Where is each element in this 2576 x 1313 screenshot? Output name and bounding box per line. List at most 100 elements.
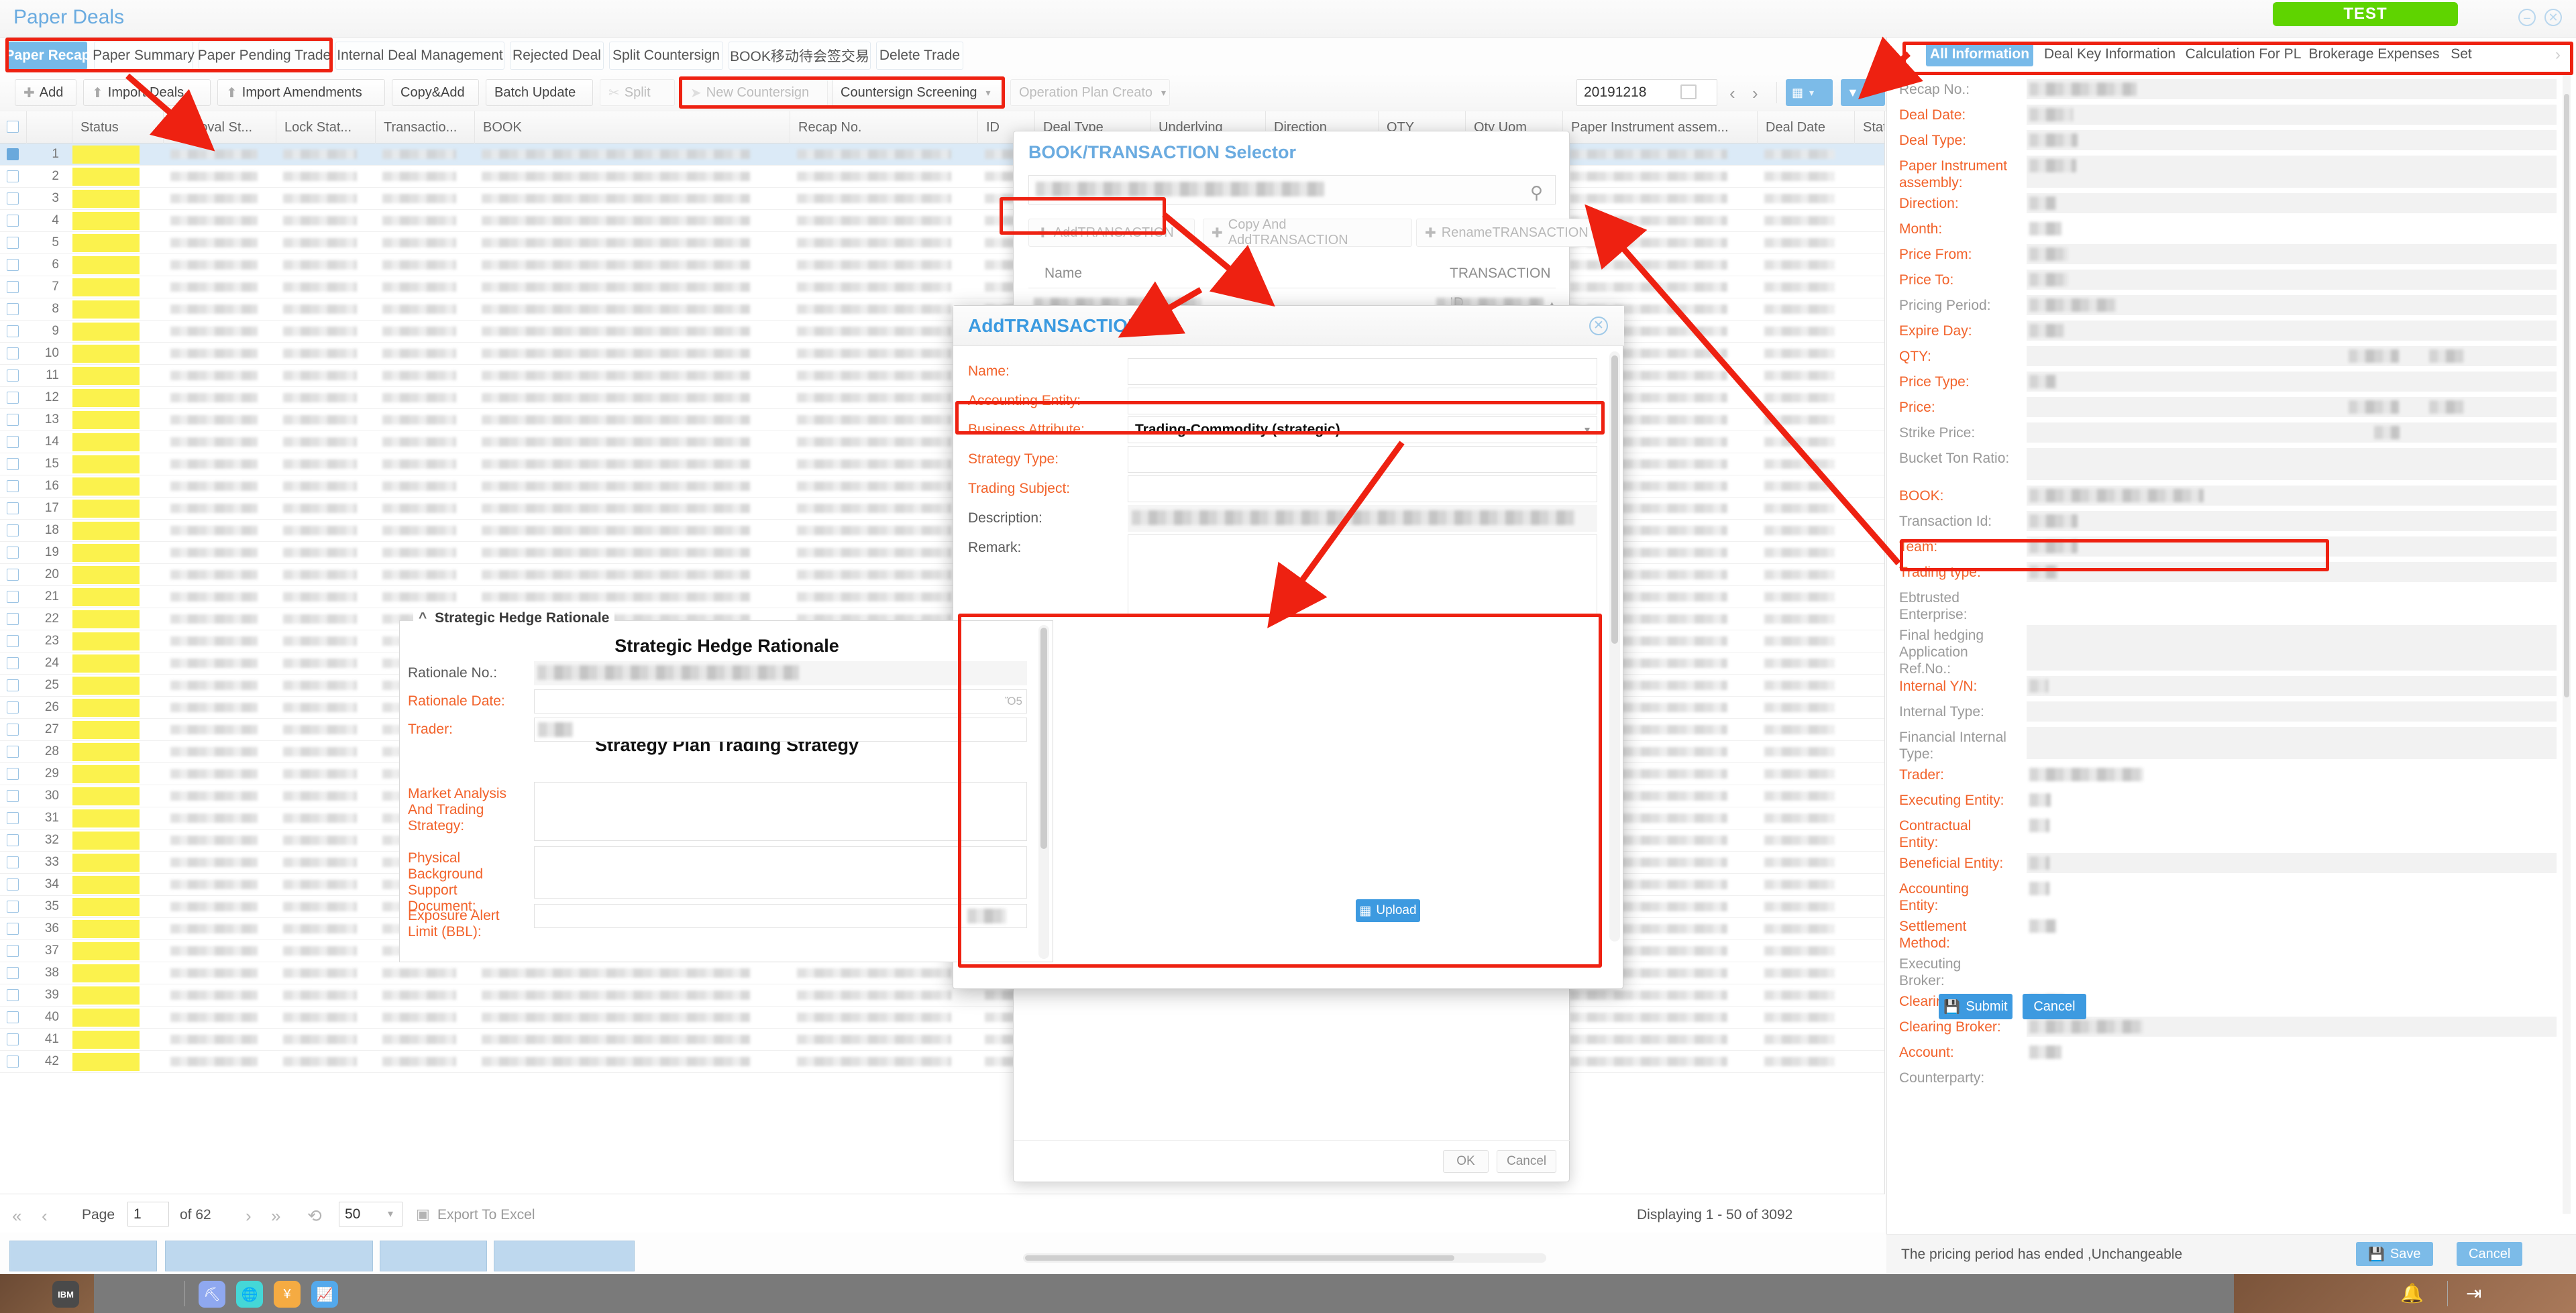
globe-icon[interactable]: 🌐 [236,1281,263,1308]
detail-value-16[interactable] [2027,511,2557,531]
selector-cancel-button[interactable]: Cancel [1497,1150,1557,1173]
row-checkbox[interactable] [7,347,19,359]
selector-search-input[interactable] [1028,175,1556,205]
row-checkbox[interactable] [7,237,19,249]
detail-value-18[interactable] [2027,562,2557,582]
window-preview-thumb[interactable] [494,1241,635,1271]
detail-value-10[interactable] [2027,346,2557,366]
row-checkbox[interactable] [7,613,19,625]
field-input-3[interactable] [1128,446,1597,473]
cancel-button[interactable]: Cancel [2023,994,2086,1019]
grid-column-header-2[interactable]: Status [72,111,164,144]
deal-detail-panel[interactable]: ‹ › All Information Deal Key Information C… [1886,38,2576,1274]
grid-column-header-14[interactable]: Paper Instrument assem... [1563,111,1758,144]
row-checkbox[interactable] [7,901,19,913]
nav-tab-2[interactable]: Paper Pending Trade [198,42,331,70]
row-checkbox[interactable] [7,746,19,758]
yen-icon[interactable]: ¥ [274,1281,301,1308]
row-checkbox[interactable] [7,369,19,382]
detail-value-5[interactable] [2027,219,2557,239]
chevron-up-icon[interactable]: ^ [419,610,427,626]
field-input-1[interactable] [1128,388,1597,414]
nav-tab-3[interactable]: Internal Deal Management [335,42,504,70]
window-preview-thumb[interactable] [9,1241,157,1271]
detail-value-26[interactable] [2027,815,2557,848]
logout-icon[interactable]: ⇥ [2466,1282,2481,1304]
field-input-4[interactable] [1128,475,1597,502]
selector-button-1[interactable]: ✚ Copy And AddTRANSACTION [1203,217,1412,247]
detail-value-27[interactable] [2027,853,2557,873]
row-checkbox[interactable] [7,945,19,957]
toolbar-button-7[interactable]: Countersign Screening ▾ [832,79,1004,106]
row-checkbox[interactable] [7,392,19,404]
selector-ok-button[interactable]: OK [1443,1150,1489,1173]
cancel-button[interactable]: Cancel [2457,1242,2523,1266]
detail-value-25[interactable] [2027,790,2557,810]
section1_fields-input-0[interactable] [534,661,1027,685]
detail-value-17[interactable] [2027,536,2557,557]
section1_fields-input-2[interactable] [534,718,1027,742]
grid-column-header-4[interactable]: Lock Stat... [276,111,376,144]
upload-button[interactable]: ▦ Upload [1356,899,1420,922]
toolbar-button-3[interactable]: Copy&Add [392,79,479,106]
calendar-icon[interactable]: Ὄ5 [1005,695,1022,708]
bell-icon[interactable]: 🔔 [2400,1282,2424,1304]
chart-icon[interactable]: 📈 [311,1281,338,1308]
toolbar-button-0[interactable]: ✚ Add [15,79,76,106]
row-checkbox[interactable] [7,259,19,271]
detail-value-4[interactable] [2027,193,2557,213]
detail-panel-scrollbar[interactable] [2563,74,2571,1214]
excel-icon[interactable]: ▣ [416,1206,430,1223]
selector-button-0[interactable]: ✚ AddTRANSACTION [1028,219,1195,247]
row-checkbox[interactable] [7,524,19,536]
detail-value-30[interactable] [2027,954,2557,986]
window-preview-thumb[interactable] [380,1241,487,1271]
detail-value-23[interactable] [2027,727,2557,759]
nav-tab-7[interactable]: Delete Trade [876,42,963,70]
nav-tab-1[interactable]: Paper Summary [93,42,195,70]
toolbar-button-1[interactable]: ⬆ Import Deals [83,79,211,106]
last-page-icon[interactable]: » [271,1206,280,1226]
minimize-icon[interactable]: – [2518,9,2536,26]
detail-value-33[interactable] [2027,1042,2557,1062]
detail-value-24[interactable] [2027,764,2557,785]
grid-column-header-5[interactable]: Transactio... [376,111,475,144]
refresh-icon[interactable]: ⟲ [307,1206,322,1226]
save-button[interactable]: 💾 Save [2356,1242,2433,1266]
detail-value-31[interactable] [2027,991,2557,1011]
row-checkbox[interactable] [7,148,19,160]
section2_fields-input-0[interactable] [534,782,1027,841]
grid-column-header-1[interactable] [27,111,72,144]
detail-value-34[interactable] [2027,1068,2557,1088]
toolbar-button-4[interactable]: Batch Update [486,79,593,106]
row-checkbox[interactable] [7,724,19,736]
filter-icon-button[interactable]: ▼ ▾ [1841,79,1885,106]
row-checkbox[interactable] [7,989,19,1001]
grid-column-header-7[interactable]: Recap No. [790,111,978,144]
row-checkbox[interactable] [7,480,19,492]
close-icon[interactable]: ✕ [1589,317,1608,335]
close-icon[interactable]: ✕ [2544,9,2562,26]
chevron-right-icon[interactable]: › [1752,83,1758,104]
detail-value-28[interactable] [2027,878,2557,911]
selector-button-2[interactable]: ✚ RenameTRANSACTION [1416,219,1604,247]
table-row[interactable]: 7 [0,276,1884,298]
detail-value-11[interactable] [2027,372,2557,392]
grid-column-header-16[interactable]: Stat [1855,111,1884,144]
grid-column-header-15[interactable]: Deal Date [1758,111,1855,144]
detail-value-12[interactable] [2027,397,2557,417]
prev-page-icon[interactable]: ‹ [42,1206,48,1226]
table-row[interactable]: 41 [0,1029,1884,1051]
toolbar-button-6[interactable]: ➤ New Countersign [682,79,828,106]
row-checkbox[interactable] [7,303,19,315]
row-checkbox[interactable] [7,635,19,647]
add-dialog-scrollbar[interactable] [1609,351,1620,941]
submit-button[interactable]: 💾 Submit [1939,994,2012,1019]
select-all-checkbox[interactable] [7,121,19,133]
detail-value-15[interactable] [2027,486,2557,506]
detail-value-8[interactable] [2027,295,2557,315]
nav-tab-5[interactable]: Split Countersign [609,42,723,70]
table-row[interactable]: 6 [0,254,1884,276]
detail-value-22[interactable] [2027,701,2557,722]
grid-column-header-3[interactable]: Approval St... [164,111,276,144]
